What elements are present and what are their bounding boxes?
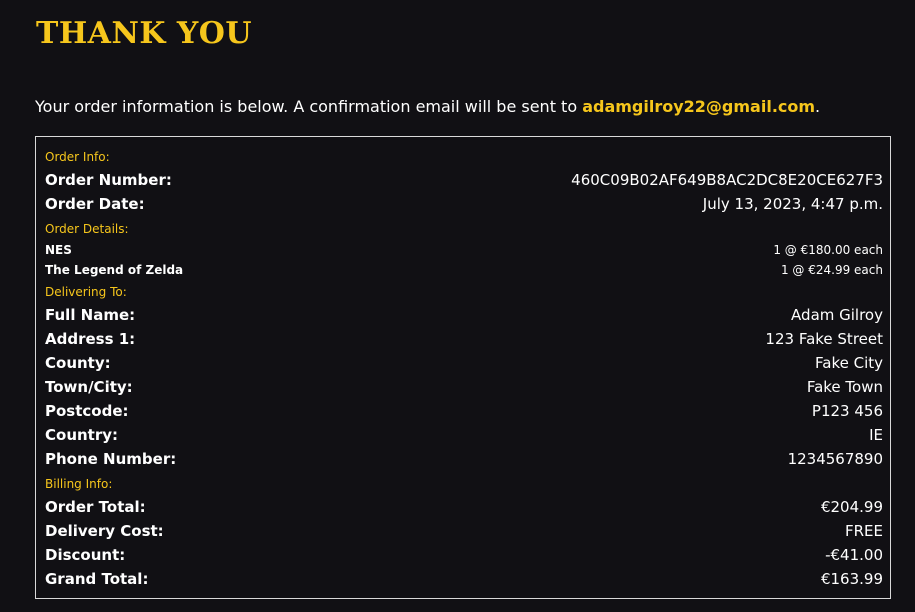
order-summary-card: Order Info: Order Number: 460C09B02AF649… [35, 136, 891, 599]
confirmation-email: adamgilroy22@gmail.com [582, 97, 816, 116]
delivery-town-row: Town/City: Fake Town [45, 378, 883, 396]
order-details-label: Order Details: [45, 222, 129, 236]
billing-discount-row: Discount: -€41.00 [45, 546, 883, 564]
delivery-address-row: Address 1: 123 Fake Street [45, 330, 883, 348]
intro-text: Your order information is below. A confi… [35, 97, 583, 116]
order-number-row: Order Number: 460C09B02AF649B8AC2DC8E20C… [45, 171, 883, 189]
delivering-to-label: Delivering To: [45, 285, 127, 299]
full-name-key: Full Name: [45, 306, 136, 324]
order-date-key: Order Date: [45, 195, 145, 213]
order-number-value: 460C09B02AF649B8AC2DC8E20CE627F3 [571, 171, 883, 189]
order-item-name: The Legend of Zelda [45, 263, 184, 277]
intro-message: Your order information is below. A confi… [35, 97, 820, 116]
order-item-row: The Legend of Zelda 1 @ €24.99 each [45, 263, 883, 277]
delivery-full-name-row: Full Name: Adam Gilroy [45, 306, 883, 324]
delivery-cost-value: FREE [844, 522, 883, 540]
delivery-postcode-row: Postcode: P123 456 [45, 402, 883, 420]
delivery-county-row: County: Fake City [45, 354, 883, 372]
intro-suffix: . [815, 97, 821, 116]
town-city-value: Fake Town [806, 378, 883, 396]
grand-total-key: Grand Total: [45, 570, 149, 588]
delivery-phone-row: Phone Number: 1234567890 [45, 450, 883, 468]
country-key: Country: [45, 426, 119, 444]
address-1-value: 123 Fake Street [765, 330, 883, 348]
phone-number-key: Phone Number: [45, 450, 177, 468]
order-total-key: Order Total: [45, 498, 146, 516]
billing-info-label: Billing Info: [45, 477, 113, 491]
town-city-key: Town/City: [45, 378, 133, 396]
order-number-key: Order Number: [45, 171, 172, 189]
county-key: County: [45, 354, 111, 372]
country-value: IE [869, 426, 883, 444]
phone-number-value: 1234567890 [787, 450, 883, 468]
delivery-cost-key: Delivery Cost: [45, 522, 164, 540]
discount-key: Discount: [45, 546, 126, 564]
page-title: THANK YOU [36, 16, 253, 51]
order-item-row: NES 1 @ €180.00 each [45, 243, 883, 257]
billing-grand-total-row: Grand Total: €163.99 [45, 570, 883, 588]
grand-total-value: €163.99 [820, 570, 883, 588]
delivery-country-row: Country: IE [45, 426, 883, 444]
postcode-key: Postcode: [45, 402, 129, 420]
address-1-key: Address 1: [45, 330, 136, 348]
postcode-value: P123 456 [811, 402, 883, 420]
order-total-value: €204.99 [820, 498, 883, 516]
billing-delivery-cost-row: Delivery Cost: FREE [45, 522, 883, 540]
order-date-value: July 13, 2023, 4:47 p.m. [702, 195, 883, 213]
thank-you-page: THANK YOU Your order information is belo… [0, 0, 915, 612]
order-date-row: Order Date: July 13, 2023, 4:47 p.m. [45, 195, 883, 213]
order-item-qty-price: 1 @ €180.00 each [773, 243, 883, 257]
order-item-name: NES [45, 243, 72, 257]
discount-value: -€41.00 [825, 546, 883, 564]
full-name-value: Adam Gilroy [791, 306, 883, 324]
order-item-qty-price: 1 @ €24.99 each [780, 263, 883, 277]
billing-order-total-row: Order Total: €204.99 [45, 498, 883, 516]
order-info-label: Order Info: [45, 150, 110, 164]
county-value: Fake City [815, 354, 883, 372]
